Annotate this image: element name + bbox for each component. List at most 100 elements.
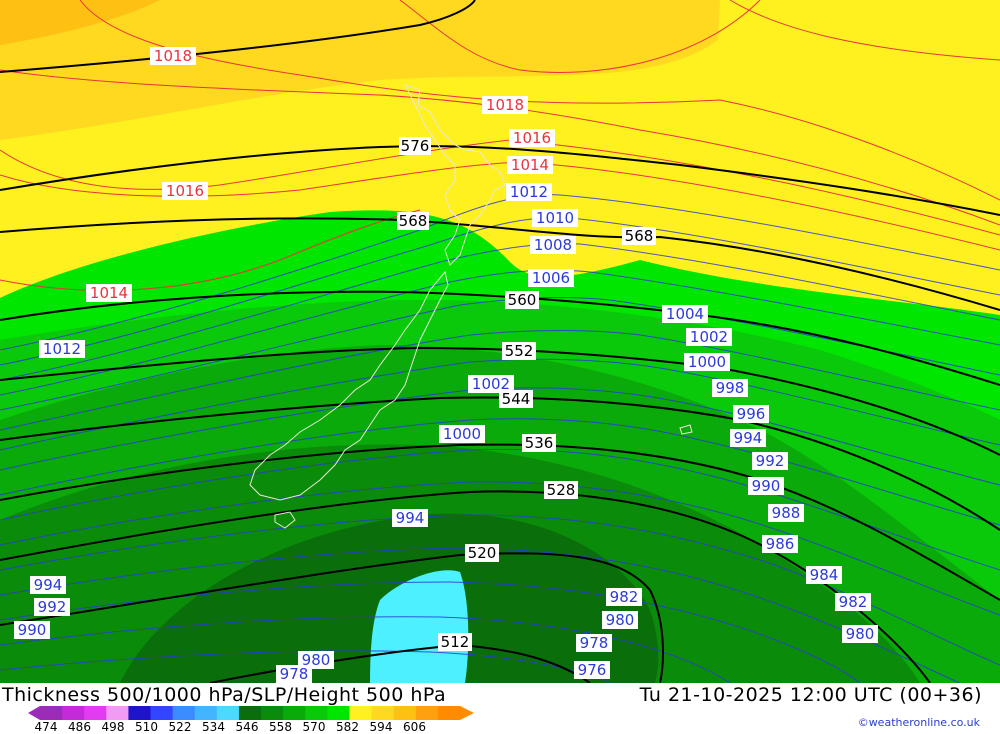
height-label: 552 xyxy=(502,342,536,360)
height-label: 568 xyxy=(622,227,656,245)
isobar-label: 994 xyxy=(392,509,428,527)
scale-tick-label: 510 xyxy=(135,720,158,734)
isobar-label: 990 xyxy=(748,477,784,495)
scale-tick-label: 594 xyxy=(369,720,393,734)
svg-text:990: 990 xyxy=(752,477,781,495)
svg-text:978: 978 xyxy=(280,665,309,683)
svg-text:994: 994 xyxy=(734,429,763,447)
svg-text:996: 996 xyxy=(737,405,766,423)
scale-tick-label: 606 xyxy=(403,720,426,734)
svg-text:528: 528 xyxy=(547,481,576,499)
scale-swatch xyxy=(62,706,85,720)
scale-swatch xyxy=(305,706,328,720)
isobar-label: 1016 xyxy=(509,129,555,147)
isobar-label: 982 xyxy=(835,593,871,611)
svg-text:976: 976 xyxy=(578,661,607,679)
isobar-label: 1000 xyxy=(439,425,485,443)
scale-tick-label: 498 xyxy=(101,720,125,734)
svg-text:1000: 1000 xyxy=(688,353,726,371)
isobar-label: 988 xyxy=(768,504,804,522)
isobar-label: 976 xyxy=(574,661,610,679)
svg-text:980: 980 xyxy=(606,611,635,629)
isobar-label: 1016 xyxy=(162,182,208,200)
scale-swatch xyxy=(172,706,196,720)
isobar-label: 978 xyxy=(576,634,612,652)
svg-text:520: 520 xyxy=(468,544,497,562)
svg-text:568: 568 xyxy=(399,212,428,230)
svg-text:992: 992 xyxy=(38,598,67,616)
scale-swatch xyxy=(194,706,218,720)
isobar-label: 996 xyxy=(733,405,769,423)
isobar-label: 1012 xyxy=(39,340,85,358)
isobar-label: 1014 xyxy=(86,284,132,302)
isobar-label: 1004 xyxy=(662,305,708,323)
credit-link[interactable]: ©weatheronline.co.uk xyxy=(858,716,980,729)
height-label: 536 xyxy=(522,434,556,452)
isobar-label: 994 xyxy=(30,576,66,594)
scale-arrow-right xyxy=(460,706,474,720)
weather-map[interactable]: 576 568 568 560 552 544 536 528 520 512 … xyxy=(0,0,1000,683)
svg-text:994: 994 xyxy=(34,576,63,594)
svg-text:576: 576 xyxy=(401,137,430,155)
svg-text:1002: 1002 xyxy=(690,328,728,346)
scale-swatch xyxy=(40,706,63,720)
isobar-label: 986 xyxy=(762,535,798,553)
isobar-label: 1006 xyxy=(528,269,574,287)
isobar-label: 978 xyxy=(276,665,312,683)
isobar-label: 1002 xyxy=(686,328,732,346)
svg-text:1008: 1008 xyxy=(534,236,572,254)
scale-tick-label: 546 xyxy=(235,720,259,734)
height-label: 576 xyxy=(399,137,431,155)
scale-swatch xyxy=(349,706,373,720)
svg-text:1014: 1014 xyxy=(90,284,128,302)
scale-swatch xyxy=(216,706,240,720)
scale-tick-label: 474 xyxy=(34,720,58,734)
height-label: 520 xyxy=(465,544,499,562)
isobar-label: 1008 xyxy=(530,236,576,254)
svg-text:994: 994 xyxy=(396,509,425,527)
svg-text:552: 552 xyxy=(505,342,534,360)
isobar-label: 1012 xyxy=(506,183,552,201)
isobar-label: 980 xyxy=(602,611,638,629)
svg-text:978: 978 xyxy=(580,634,609,652)
svg-text:990: 990 xyxy=(18,621,47,639)
svg-text:980: 980 xyxy=(846,625,875,643)
svg-text:982: 982 xyxy=(610,588,639,606)
svg-text:988: 988 xyxy=(772,504,801,522)
scale-swatch xyxy=(128,706,152,720)
scale-swatch xyxy=(283,706,306,720)
svg-text:536: 536 xyxy=(525,434,554,452)
valid-time: Tu 21-10-2025 12:00 UTC (00+36) xyxy=(639,684,982,706)
scale-swatch xyxy=(437,706,461,720)
scale-swatch xyxy=(150,706,174,720)
svg-text:1018: 1018 xyxy=(486,96,524,114)
scale-swatch xyxy=(415,706,439,720)
isobar-label: 1002 xyxy=(468,375,514,393)
svg-text:1016: 1016 xyxy=(513,129,551,147)
scale-swatch xyxy=(393,706,417,720)
svg-text:992: 992 xyxy=(756,452,785,470)
scale-tick-label: 522 xyxy=(168,720,192,734)
isobar-label: 1018 xyxy=(482,96,528,114)
scale-swatch xyxy=(238,706,262,720)
svg-text:512: 512 xyxy=(441,633,470,651)
color-scale-ticks: 474 486 498 510 522 534 546 558 570 582 594 606 xyxy=(0,720,520,734)
isobar-label: 982 xyxy=(606,588,642,606)
scale-swatch xyxy=(327,706,350,720)
svg-text:1014: 1014 xyxy=(511,156,549,174)
map-footer: Thickness 500/1000 hPa/SLP/Height 500 hP… xyxy=(0,683,1000,734)
scale-tick-label: 558 xyxy=(269,720,292,734)
isobar-label: 990 xyxy=(14,621,50,639)
isobar-label: 1018 xyxy=(150,47,196,65)
svg-text:1010: 1010 xyxy=(536,209,574,227)
svg-text:1016: 1016 xyxy=(166,182,204,200)
scale-swatch xyxy=(261,706,284,720)
scale-swatch xyxy=(371,706,395,720)
scale-tick-label: 486 xyxy=(68,720,91,734)
height-label: 560 xyxy=(505,291,539,309)
scale-tick-label: 534 xyxy=(202,720,225,734)
map-title: Thickness 500/1000 hPa/SLP/Height 500 hP… xyxy=(2,684,447,706)
isobar-label: 984 xyxy=(806,566,842,584)
height-label: 568 xyxy=(397,212,429,230)
svg-text:982: 982 xyxy=(839,593,868,611)
